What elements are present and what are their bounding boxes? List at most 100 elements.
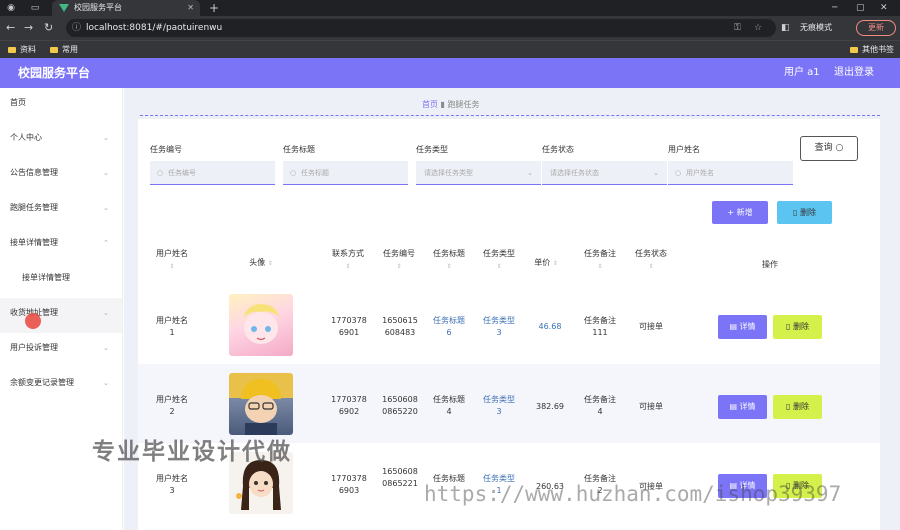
header-task-title[interactable]: 任务标题 ⇕ (428, 247, 470, 273)
site-info-icon[interactable]: ⓘ (72, 19, 81, 37)
cell-status: 可接单 (639, 322, 663, 331)
sidebar-item-address[interactable]: 收货地址管理⌄ (0, 298, 122, 333)
cell-note: 任务备注 111 (584, 316, 616, 337)
search-icon: ○ (675, 169, 682, 177)
cell-phone: 1770378 6902 (331, 395, 367, 416)
url-input[interactable]: ⓘ localhost:8081/#/paotuirenwu ⚿ ☆ (66, 19, 776, 37)
cell-user-name: 用户姓名 2 (156, 395, 188, 416)
sidebar-item-profile[interactable]: 个人中心 ⌄ (0, 123, 122, 158)
header-note[interactable]: 任务备注 ⇕ (579, 247, 621, 273)
header-avatar[interactable]: 头像 ⇕ (236, 256, 286, 270)
query-button[interactable]: 查询 ○ (800, 136, 858, 161)
sidebar-subitem-order-details[interactable]: 接单详情管理 (0, 263, 122, 298)
detail-button[interactable]: ▤ 详情 (718, 315, 767, 339)
filter-task-status-label: 任务状态 (542, 145, 574, 154)
header-task-type[interactable]: 任务类型 ⇕ (478, 247, 520, 273)
sidebar-item-complaints[interactable]: 用户投诉管理 ⌄ (0, 333, 122, 368)
app-header: 校园服务平台 用户 a1 退出登录 (0, 58, 900, 88)
divider (140, 115, 880, 116)
browser-tab[interactable]: 校园服务平台 ✕ (52, 0, 200, 16)
cell-phone: 1770378 6901 (331, 316, 367, 337)
cell-phone: 1770378 6903 (331, 474, 367, 495)
task-title-input[interactable]: ○ 任务标题 (283, 161, 408, 185)
tab-title: 校园服务平台 (74, 3, 122, 12)
trash-icon: ▯ (786, 402, 791, 411)
chevron-down-icon: ⌄ (103, 169, 109, 177)
cell-price: 382.69 (536, 402, 564, 411)
sort-icon: ⇕ (345, 263, 351, 270)
bookmark-folder-2[interactable]: 常用 (50, 41, 78, 58)
close-window-icon[interactable]: ✕ (880, 0, 888, 16)
avatar (229, 294, 293, 356)
batch-delete-button[interactable]: ▯ 删除 (777, 201, 832, 224)
new-tab-icon[interactable]: + (209, 0, 219, 16)
chevron-down-icon: ⌄ (103, 344, 109, 352)
window-icon[interactable]: ▭ (30, 3, 40, 13)
browser-menu-icon[interactable]: ◉ (6, 3, 16, 13)
header-status[interactable]: 任务状态 ⇕ (630, 247, 672, 273)
chevron-down-icon: ⌄ (103, 379, 109, 387)
url-text: localhost:8081/#/paotuirenwu (86, 23, 223, 33)
cell-user-name: 用户姓名 3 (156, 474, 188, 495)
cell-task-title: 任务标题 4 (433, 395, 465, 416)
back-icon[interactable]: ← (6, 16, 15, 40)
address-bar-row: ← → ↻ ⓘ localhost:8081/#/paotuirenwu ⚿ ☆… (0, 16, 900, 40)
search-icon: ○ (835, 143, 844, 153)
other-bookmarks[interactable]: 其他书签 (850, 41, 894, 58)
trash-icon: ▯ (786, 322, 791, 331)
sidebar-item-home[interactable]: 首页 (0, 88, 122, 123)
incognito-label[interactable]: 无痕模式 (800, 16, 832, 40)
sort-icon: ⇕ (648, 263, 654, 270)
browser-tab-strip: ◉ ▭ 校园服务平台 ✕ + ─ ▢ ✕ (0, 0, 900, 16)
breadcrumb-current: 跑腿任务 (447, 100, 480, 109)
sort-icon: ⇕ (169, 263, 175, 270)
sidebar-item-order-details[interactable]: 接单详情管理 ⌃ (0, 228, 122, 263)
header-phone[interactable]: 联系方式 ⇕ (327, 247, 369, 273)
header-price[interactable]: 单价 ⇕ (528, 256, 564, 270)
sidebar-toggle-icon[interactable]: ◧ (781, 16, 790, 40)
update-button[interactable]: 更新 (856, 20, 896, 36)
chevron-down-icon: ⌄ (527, 169, 533, 177)
key-icon[interactable]: ⚿ (734, 19, 741, 37)
folder-icon (8, 46, 16, 53)
sort-icon: ⇕ (597, 263, 603, 270)
star-icon[interactable]: ☆ (754, 19, 762, 37)
document-icon: ▤ (729, 402, 737, 411)
logout-link[interactable]: 退出登录 (834, 58, 874, 88)
breadcrumb-home[interactable]: 首页 (422, 100, 438, 109)
folder-icon (850, 46, 858, 53)
cell-price: 46.68 (538, 322, 562, 331)
cell-note: 任务备注 4 (584, 395, 616, 416)
app-title: 校园服务平台 (18, 66, 91, 80)
folder-icon (50, 46, 58, 53)
sort-icon: ⇕ (396, 263, 402, 270)
sidebar-item-errand-tasks[interactable]: 跑腿任务管理 ⌄ (0, 193, 122, 228)
add-button[interactable]: + 新增 (712, 201, 768, 224)
cell-task-no: 1650615 608483 (382, 316, 418, 337)
sidebar-item-balance-log[interactable]: 余额变更记录管理 ⌄ (0, 368, 122, 403)
bookmarks-bar: 资料 常用 其他书签 (0, 40, 900, 58)
chevron-down-icon: ⌄ (103, 134, 109, 142)
cell-task-type: 任务类型 3 (483, 316, 515, 337)
delete-button[interactable]: ▯ 删除 (773, 315, 822, 339)
bookmark-folder-1[interactable]: 资料 (8, 41, 36, 58)
task-status-select[interactable]: 请选择任务状态 ⌄ (542, 161, 667, 185)
reload-icon[interactable]: ↻ (44, 16, 53, 40)
document-icon: ▤ (729, 322, 737, 331)
avatar (229, 373, 293, 435)
sort-icon: ⇕ (446, 263, 452, 270)
minimize-icon[interactable]: ─ (832, 0, 837, 16)
maximize-icon[interactable]: ▢ (856, 0, 865, 16)
user-label: 用户 a1 (784, 67, 820, 78)
detail-button[interactable]: ▤ 详情 (718, 395, 767, 419)
task-type-select[interactable]: 请选择任务类型 ⌄ (416, 161, 541, 185)
vue-logo-icon (59, 4, 69, 12)
user-name-input[interactable]: ○ 用户姓名 (668, 161, 793, 185)
header-user-name[interactable]: 用户姓名 ⇕ (152, 247, 192, 273)
forward-icon[interactable]: → (24, 16, 33, 40)
delete-button[interactable]: ▯ 删除 (773, 395, 822, 419)
tab-close-icon[interactable]: ✕ (187, 0, 194, 16)
task-no-input[interactable]: ○ 任务编号 (150, 161, 275, 185)
header-task-no[interactable]: 任务编号 ⇕ (378, 247, 420, 273)
sidebar-item-notice[interactable]: 公告信息管理 ⌄ (0, 158, 122, 193)
